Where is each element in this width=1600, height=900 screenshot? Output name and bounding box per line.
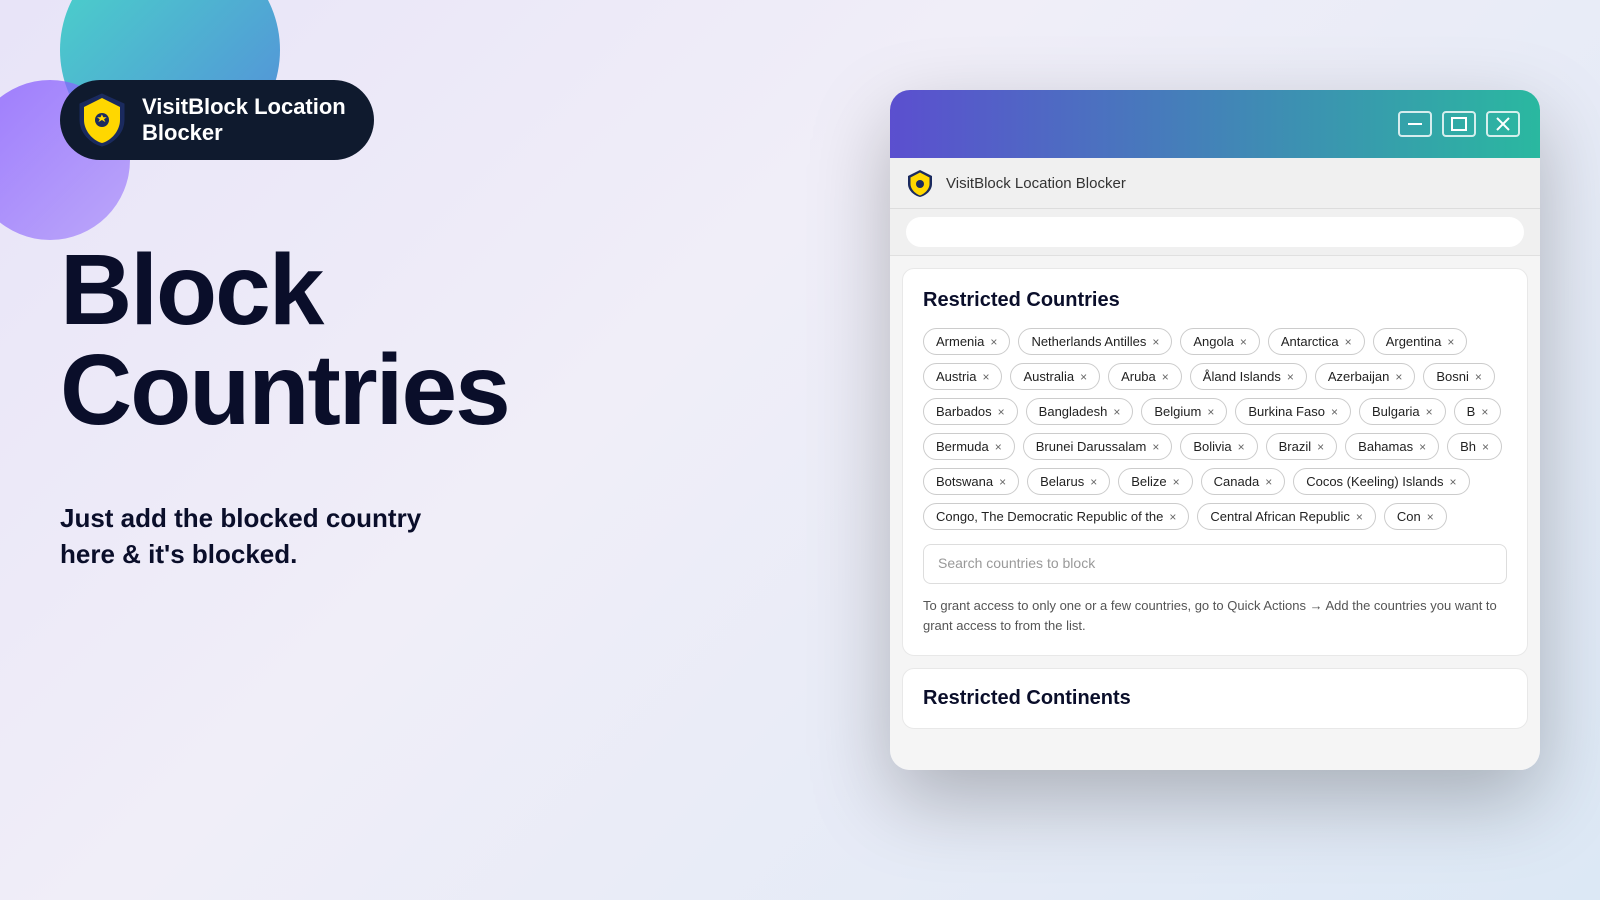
tag-close-belarus[interactable]: × (1090, 475, 1097, 489)
tag-belize[interactable]: Belize × (1118, 468, 1192, 495)
tag-close-bolivia[interactable]: × (1238, 440, 1245, 454)
tag-bulgaria[interactable]: Bulgaria × (1359, 398, 1446, 425)
browser-app-title: VisitBlock Location Blocker (946, 175, 1126, 192)
tag-bh-overflow[interactable]: Bh × (1447, 433, 1502, 460)
browser-titlebar (890, 90, 1540, 158)
tag-close-con[interactable]: × (1427, 510, 1434, 524)
main-heading: Block Countries (60, 240, 700, 440)
heading-line1: Block (60, 240, 700, 340)
browser-window: VisitBlock Location Blocker Restricted C… (890, 90, 1540, 770)
tag-close-canada[interactable]: × (1265, 475, 1272, 489)
tag-central-african[interactable]: Central African Republic × (1197, 503, 1375, 530)
tag-netherlands-antilles[interactable]: Netherlands Antilles × (1018, 328, 1172, 355)
tag-close-barbados[interactable]: × (998, 405, 1005, 419)
search-input-wrap[interactable]: Search countries to block (923, 544, 1507, 584)
left-section: VisitBlock Location Blocker Block Countr… (60, 80, 700, 573)
restricted-countries-title: Restricted Countries (923, 289, 1507, 312)
tag-close-antarctica[interactable]: × (1345, 335, 1352, 349)
heading-line2: Countries (60, 340, 700, 440)
tag-bahamas[interactable]: Bahamas × (1345, 433, 1439, 460)
tag-close-belgium[interactable]: × (1207, 405, 1214, 419)
tag-close-brunei[interactable]: × (1152, 440, 1159, 454)
tag-b-overflow1[interactable]: B × (1454, 398, 1502, 425)
tag-bosnia[interactable]: Bosni × (1423, 363, 1495, 390)
tag-belarus[interactable]: Belarus × (1027, 468, 1110, 495)
tag-close-bosnia[interactable]: × (1475, 370, 1482, 384)
tag-aland-islands[interactable]: Åland Islands × (1190, 363, 1307, 390)
shield-icon (76, 92, 128, 148)
tag-close-botswana[interactable]: × (999, 475, 1006, 489)
tag-close-bulgaria[interactable]: × (1426, 405, 1433, 419)
tag-aruba[interactable]: Aruba × (1108, 363, 1182, 390)
tags-container: Armenia × Netherlands Antilles × Angola … (923, 328, 1507, 530)
search-placeholder: Search countries to block (938, 555, 1095, 571)
tag-close-b1[interactable]: × (1481, 405, 1488, 419)
tag-congo-dr[interactable]: Congo, The Democratic Republic of the × (923, 503, 1189, 530)
tag-armenia[interactable]: Armenia × (923, 328, 1010, 355)
app-icon-wrap (906, 168, 936, 198)
tag-close-aland-islands[interactable]: × (1287, 370, 1294, 384)
address-bar[interactable] (906, 217, 1524, 247)
tag-close-bangladesh[interactable]: × (1113, 405, 1120, 419)
tag-botswana[interactable]: Botswana × (923, 468, 1019, 495)
tag-close-bermuda[interactable]: × (995, 440, 1002, 454)
tag-close-angola[interactable]: × (1240, 335, 1247, 349)
tag-belgium[interactable]: Belgium × (1141, 398, 1227, 425)
tag-brunei[interactable]: Brunei Darussalam × (1023, 433, 1173, 460)
tag-angola[interactable]: Angola × (1180, 328, 1260, 355)
tag-burkina-faso[interactable]: Burkina Faso × (1235, 398, 1351, 425)
logo-title: VisitBlock Location Blocker (142, 94, 346, 147)
tag-bolivia[interactable]: Bolivia × (1180, 433, 1257, 460)
tag-brazil[interactable]: Brazil × (1266, 433, 1338, 460)
tag-close-burkina-faso[interactable]: × (1331, 405, 1338, 419)
restricted-continents-title: Restricted Continents (923, 687, 1507, 710)
browser-chrome: VisitBlock Location Blocker (890, 158, 1540, 209)
logo-pill: VisitBlock Location Blocker (60, 80, 374, 160)
tag-antarctica[interactable]: Antarctica × (1268, 328, 1365, 355)
tag-close-aruba[interactable]: × (1162, 370, 1169, 384)
tag-close-armenia[interactable]: × (990, 335, 997, 349)
restricted-countries-section: Restricted Countries Armenia × Netherlan… (902, 268, 1528, 656)
tag-canada[interactable]: Canada × (1201, 468, 1286, 495)
tag-azerbaijan[interactable]: Azerbaijan × (1315, 363, 1415, 390)
tag-close-congo-dr[interactable]: × (1169, 510, 1176, 524)
address-bar-row (890, 209, 1540, 256)
tag-close-bahamas[interactable]: × (1419, 440, 1426, 454)
tag-close-australia[interactable]: × (1080, 370, 1087, 384)
sub-heading: Just add the blocked country here & it's… (60, 500, 700, 573)
tag-close-bh[interactable]: × (1482, 440, 1489, 454)
tag-bermuda[interactable]: Bermuda × (923, 433, 1015, 460)
tag-barbados[interactable]: Barbados × (923, 398, 1018, 425)
tag-bangladesh[interactable]: Bangladesh × (1026, 398, 1134, 425)
tag-close-central-african[interactable]: × (1356, 510, 1363, 524)
tag-close-belize[interactable]: × (1173, 475, 1180, 489)
minimize-button[interactable] (1398, 111, 1432, 137)
tag-austria[interactable]: Austria × (923, 363, 1002, 390)
tag-close-cocos[interactable]: × (1450, 475, 1457, 489)
tag-argentina[interactable]: Argentina × (1373, 328, 1468, 355)
tag-close-argentina[interactable]: × (1447, 335, 1454, 349)
maximize-button[interactable] (1442, 111, 1476, 137)
tag-australia[interactable]: Australia × (1010, 363, 1100, 390)
tag-cocos[interactable]: Cocos (Keeling) Islands × (1293, 468, 1469, 495)
app-small-icon (906, 169, 934, 197)
info-text: To grant access to only one or a few cou… (923, 596, 1507, 635)
close-button[interactable] (1486, 111, 1520, 137)
restricted-continents-section: Restricted Continents (902, 668, 1528, 729)
tag-close-netherlands-antilles[interactable]: × (1152, 335, 1159, 349)
tag-close-azerbaijan[interactable]: × (1395, 370, 1402, 384)
tag-close-brazil[interactable]: × (1317, 440, 1324, 454)
browser-content: Restricted Countries Armenia × Netherlan… (890, 256, 1540, 770)
tag-close-austria[interactable]: × (982, 370, 989, 384)
tag-con-overflow[interactable]: Con × (1384, 503, 1447, 530)
